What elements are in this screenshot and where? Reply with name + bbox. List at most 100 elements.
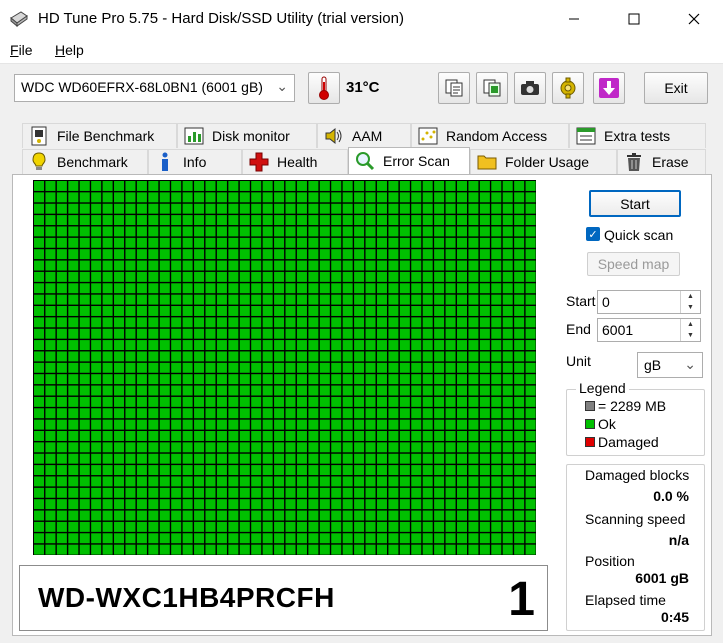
scan-block-ok: [319, 442, 330, 453]
scan-block-ok: [296, 181, 307, 191]
scan-block-ok: [411, 260, 422, 271]
tab-benchmark[interactable]: Benchmark: [22, 149, 148, 174]
scan-block-ok: [468, 544, 479, 555]
scan-block-ok: [456, 521, 468, 532]
scan-block-map: [33, 180, 536, 555]
screenshot-button[interactable]: [514, 72, 546, 104]
scan-block-ok: [34, 215, 45, 226]
scan-block-ok: [354, 442, 365, 453]
spinner-arrows-icon[interactable]: ▲ ▼: [680, 291, 700, 313]
scan-block-ok: [216, 192, 227, 203]
minimize-button[interactable]: [551, 0, 597, 38]
tab-health[interactable]: Health: [242, 149, 348, 174]
tab-erase[interactable]: Erase: [617, 149, 706, 174]
unit-select[interactable]: gB ⌄: [637, 352, 703, 378]
scan-block-ok: [479, 271, 490, 282]
tab-error-scan[interactable]: Error Scan: [348, 147, 470, 174]
scan-block-ok: [445, 419, 456, 430]
scan-block-ok: [251, 306, 262, 316]
scan-block-ok: [308, 215, 319, 226]
scan-block-ok: [216, 408, 227, 419]
scan-block-ok: [422, 283, 433, 294]
scan-block-ok: [479, 499, 490, 510]
drive-select[interactable]: WDC WD60EFRX-68L0BN1 (6001 gB) ⌄: [14, 74, 295, 102]
scan-block-ok: [331, 431, 342, 441]
copy-info-button[interactable]: [476, 72, 508, 104]
scan-block-ok: [262, 385, 273, 396]
scan-block-ok: [456, 431, 468, 441]
scan-block-ok: [399, 408, 410, 419]
speed-map-button[interactable]: Speed map: [587, 252, 680, 276]
scan-block-ok: [182, 192, 193, 203]
scan-block-ok: [342, 271, 353, 282]
tab-disk-monitor[interactable]: Disk monitor: [177, 123, 317, 148]
scan-block-ok: [194, 476, 205, 487]
scan-block-ok: [434, 203, 445, 214]
scan-block-ok: [354, 306, 365, 316]
tab-file-benchmark[interactable]: File Benchmark: [22, 123, 177, 148]
spinner-arrows-icon[interactable]: ▲ ▼: [680, 319, 700, 341]
scan-block-ok: [205, 340, 216, 351]
scan-block-ok: [308, 544, 319, 555]
tab-extra-tests[interactable]: Extra tests: [569, 123, 706, 148]
scan-block-ok: [159, 533, 170, 544]
end-input[interactable]: 6001 ▲ ▼: [597, 318, 701, 342]
scan-block-ok: [342, 374, 353, 385]
close-button[interactable]: [671, 0, 717, 38]
scan-block-ok: [342, 499, 353, 510]
scan-block-ok: [45, 431, 56, 441]
scan-block-ok: [285, 431, 296, 441]
scan-block-ok: [502, 533, 513, 544]
tab-folder-usage[interactable]: Folder Usage: [470, 149, 617, 174]
scan-block-ok: [331, 521, 342, 532]
scan-block-ok: [296, 453, 307, 464]
scan-block-ok: [45, 237, 56, 248]
menu-help[interactable]: Help: [55, 42, 84, 58]
scan-block-ok: [422, 181, 433, 191]
scan-block-ok: [331, 351, 342, 362]
scan-block-ok: [296, 328, 307, 339]
temperature-button[interactable]: [308, 72, 340, 104]
scan-block-ok: [68, 306, 79, 316]
scan-block-ok: [376, 294, 387, 305]
tab-random-access[interactable]: Random Access: [411, 123, 569, 148]
scan-block-ok: [228, 374, 239, 385]
scan-block-ok: [388, 499, 399, 510]
scan-block-ok: [285, 465, 296, 476]
scan-block-ok: [114, 442, 125, 453]
tab-info[interactable]: Info: [148, 149, 242, 174]
scan-block-ok: [68, 396, 79, 407]
scan-block-ok: [45, 306, 56, 316]
scan-block-ok: [399, 181, 410, 191]
scan-block-ok: [514, 385, 525, 396]
tab-aam[interactable]: AAM: [317, 123, 411, 148]
exit-button[interactable]: Exit: [644, 72, 708, 104]
scan-block-ok: [56, 328, 67, 339]
quick-scan-checkbox[interactable]: ✓: [586, 227, 600, 241]
scan-block-ok: [125, 544, 136, 555]
copy-text-button[interactable]: [438, 72, 470, 104]
scan-block-ok: [45, 385, 56, 396]
scan-block-ok: [114, 283, 125, 294]
scan-block-ok: [251, 328, 262, 339]
start-input[interactable]: 0 ▲ ▼: [597, 290, 701, 314]
menu-file[interactable]: File: [10, 42, 33, 58]
scan-block-ok: [56, 499, 67, 510]
scan-block-ok: [434, 521, 445, 532]
scan-block-ok: [422, 271, 433, 282]
scan-block-ok: [194, 237, 205, 248]
scan-block-ok: [34, 226, 45, 237]
scan-block-ok: [216, 181, 227, 191]
scan-block-ok: [308, 396, 319, 407]
scan-block-ok: [491, 215, 502, 226]
scan-block-ok: [479, 442, 490, 453]
maximize-button[interactable]: [611, 0, 657, 38]
scan-block-ok: [399, 510, 410, 521]
scan-block-ok: [91, 351, 102, 362]
scan-block-ok: [319, 294, 330, 305]
scan-block-ok: [434, 476, 445, 487]
start-button[interactable]: Start: [589, 190, 681, 217]
save-button[interactable]: [593, 72, 625, 104]
options-button[interactable]: [552, 72, 584, 104]
scan-block-ok: [91, 226, 102, 237]
